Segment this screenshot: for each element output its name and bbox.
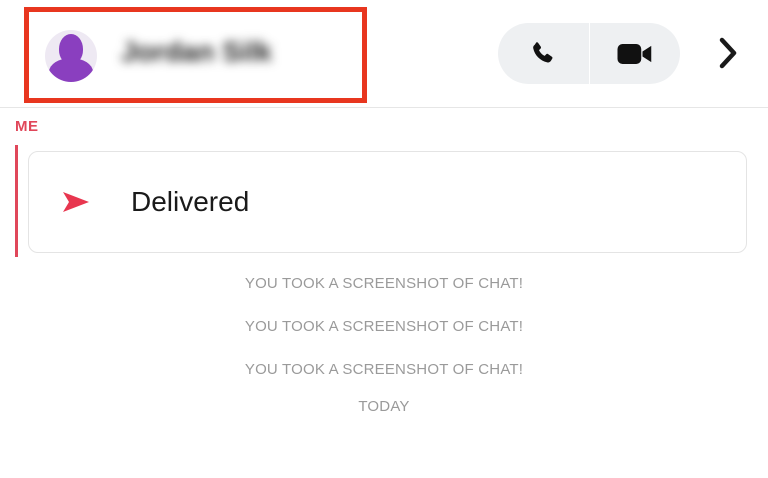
system-message: YOU TOOK A SCREENSHOT OF CHAT!	[244, 275, 524, 292]
voice-call-button[interactable]	[498, 23, 589, 84]
message-card[interactable]: Delivered	[28, 151, 747, 253]
sender-indicator-bar	[15, 145, 18, 257]
chevron-right-icon[interactable]	[708, 31, 748, 75]
system-message: YOU TOOK A SCREENSHOT OF CHAT!	[244, 361, 524, 378]
contact-profile-highlight[interactable]: Jordan Silk	[24, 7, 367, 103]
sender-label: ME	[15, 118, 39, 135]
video-camera-icon	[617, 43, 651, 64]
system-message: YOU TOOK A SCREENSHOT OF CHAT!	[244, 318, 524, 335]
phone-icon	[533, 41, 553, 62]
delivery-status: Delivered	[131, 186, 250, 217]
video-call-button[interactable]	[590, 23, 681, 84]
contact-name[interactable]: Jordan Silk	[121, 36, 272, 68]
person-silhouette-icon[interactable]	[45, 30, 97, 82]
call-button-group	[498, 23, 680, 84]
sent-arrow-icon	[63, 192, 89, 212]
chat-header: Jordan Silk	[0, 0, 768, 108]
date-label: TODAY	[358, 398, 410, 415]
